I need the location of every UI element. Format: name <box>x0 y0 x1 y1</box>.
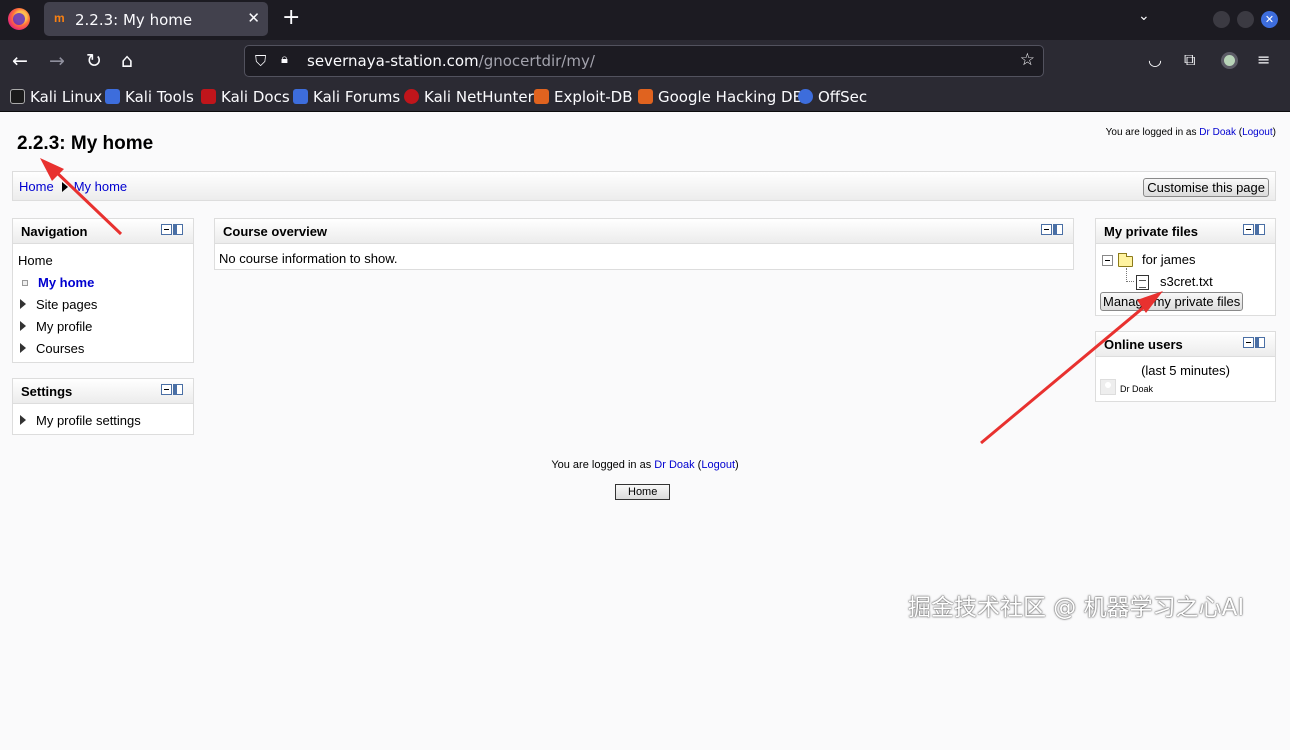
annotation-arrows <box>40 158 1163 445</box>
arrow-to-secret-file <box>980 291 1163 445</box>
arrow-to-title <box>40 158 123 236</box>
watermark: 掘金技术社区 @ 机器学习之心AI <box>908 595 1245 621</box>
